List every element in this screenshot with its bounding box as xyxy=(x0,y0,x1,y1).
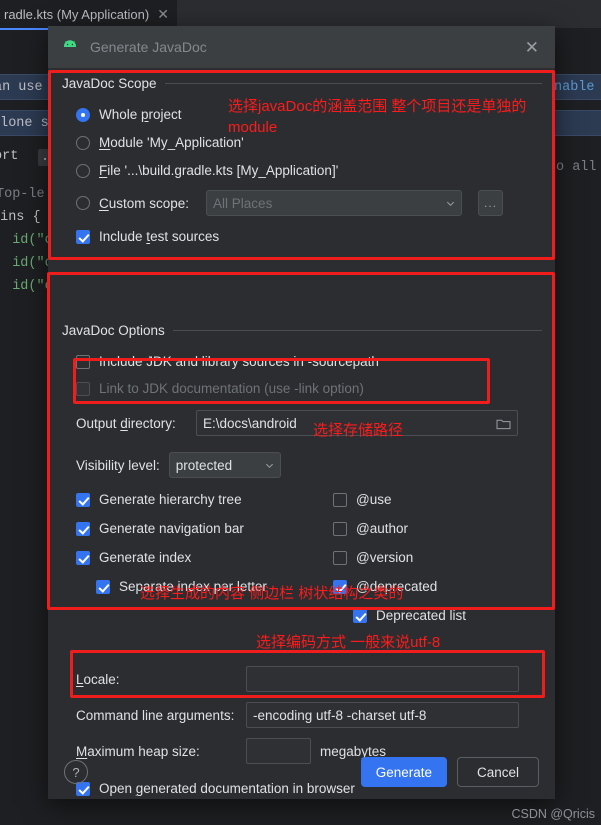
checkbox-indicator[interactable] xyxy=(76,492,90,507)
radio-module[interactable]: Module 'My_Application' xyxy=(76,135,542,150)
output-directory-row: Output directory: E:\docs\android xyxy=(76,410,542,436)
android-icon xyxy=(62,40,78,54)
command-line-arguments-row: Command line arguments: -encoding utf-8 … xyxy=(76,702,542,728)
custom-scope-select[interactable]: All Places xyxy=(206,190,463,216)
checkbox-tag-use[interactable]: @use xyxy=(333,492,391,507)
editor-tab-label: radle.kts (My Application) xyxy=(4,6,150,22)
radio-file[interactable]: File '...\build.gradle.kts [My_Applicati… xyxy=(76,163,542,178)
checkbox-label: Deprecated list xyxy=(376,608,467,623)
checkbox-indicator[interactable] xyxy=(333,492,347,507)
checkbox-tag-deprecated[interactable]: @deprecated xyxy=(333,579,437,594)
visibility-level-label: Visibility level: xyxy=(76,457,160,473)
checkbox-indicator[interactable] xyxy=(76,550,90,565)
radio-label: File '...\build.gradle.kts [My_Applicati… xyxy=(99,163,339,178)
visibility-level-select[interactable]: protected xyxy=(168,452,281,478)
checkbox-indicator[interactable] xyxy=(76,354,90,369)
command-line-arguments-input[interactable]: -encoding utf-8 -charset utf-8 xyxy=(246,702,519,728)
checkbox-label: Include JDK and library sources in -sour… xyxy=(99,354,379,369)
folder-icon[interactable] xyxy=(496,417,511,430)
checkbox-link-to-jdk-doc: Link to JDK documentation (use -link opt… xyxy=(76,381,542,396)
radio-indicator[interactable] xyxy=(76,196,90,210)
watermark: CSDN @Qricis xyxy=(511,807,595,821)
code-comment: o all xyxy=(556,160,597,175)
checkbox-indicator[interactable] xyxy=(353,608,367,623)
radio-label: Whole project xyxy=(99,107,182,122)
radio-indicator[interactable] xyxy=(76,107,90,122)
locale-label: Locale: xyxy=(76,671,120,687)
code-comment: Top-le xyxy=(0,187,45,202)
locale-input[interactable] xyxy=(246,666,519,692)
close-icon[interactable]: ✕ xyxy=(521,37,543,58)
checkbox-indicator[interactable] xyxy=(333,521,347,536)
radio-custom-scope[interactable]: Custom scope: All Places ... xyxy=(76,190,542,216)
locale-row: Locale: xyxy=(76,666,542,692)
code-text: nable au xyxy=(554,80,595,95)
generate-options-grid: Generate hierarchy tree Generate navigat… xyxy=(62,492,542,624)
checkbox-generate-index[interactable]: Generate index xyxy=(76,550,191,565)
close-icon[interactable]: ✕ xyxy=(157,7,169,21)
checkbox-separate-index-per-letter[interactable]: Separate index per letter xyxy=(96,579,267,594)
radio-label: Module 'My_Application' xyxy=(99,135,244,150)
javadoc-options-title-row: JavaDoc Options xyxy=(62,323,542,338)
checkbox-label: Separate index per letter xyxy=(119,579,267,594)
checkbox-label: @author xyxy=(356,521,408,536)
editor-tab-bar: radle.kts (My Application) ✕ xyxy=(0,0,601,30)
checkbox-label: Generate navigation bar xyxy=(99,521,244,536)
checkbox-generate-navigation-bar[interactable]: Generate navigation bar xyxy=(76,521,244,536)
checkbox-label: Link to JDK documentation (use -link opt… xyxy=(99,381,364,396)
javadoc-scope-group: JavaDoc Scope Whole project Module 'My_A… xyxy=(62,76,542,244)
custom-scope-browse-button[interactable]: ... xyxy=(478,190,504,216)
checkbox-indicator[interactable] xyxy=(96,579,110,594)
output-directory-input[interactable]: E:\docs\android xyxy=(196,410,518,436)
code-text: id("o xyxy=(0,256,53,271)
group-title: JavaDoc Options xyxy=(62,323,165,338)
chevron-down-icon xyxy=(447,201,455,206)
checkbox-label: @deprecated xyxy=(356,579,438,594)
checkbox-label: Generate hierarchy tree xyxy=(99,492,242,507)
generate-javadoc-dialog: Generate JavaDoc ✕ JavaDoc Scope Whole p… xyxy=(48,26,555,799)
visibility-level-row: Visibility level: protected xyxy=(76,452,542,478)
dialog-footer: ? Generate Cancel xyxy=(48,745,555,799)
code-text: id("c xyxy=(0,233,53,248)
dialog-title: Generate JavaDoc xyxy=(90,39,207,55)
output-directory-label: Output directory: xyxy=(76,415,176,431)
generate-button[interactable]: Generate xyxy=(360,757,447,787)
checkbox-indicator xyxy=(76,381,90,396)
code-text: id("o xyxy=(0,279,53,294)
checkbox-include-test-sources[interactable]: Include test sources xyxy=(76,229,542,244)
checkbox-label: @use xyxy=(356,492,392,507)
javadoc-options-group: JavaDoc Options Include JDK and library … xyxy=(62,323,542,624)
output-directory-value: E:\docs\android xyxy=(203,415,297,431)
checkbox-generate-hierarchy-tree[interactable]: Generate hierarchy tree xyxy=(76,492,242,507)
checkbox-label: @version xyxy=(356,550,414,565)
divider xyxy=(164,83,542,84)
checkbox-tag-author[interactable]: @author xyxy=(333,521,408,536)
visibility-level-value: protected xyxy=(175,457,233,473)
help-button[interactable]: ? xyxy=(64,760,88,784)
divider xyxy=(172,330,542,331)
group-title: JavaDoc Scope xyxy=(62,76,157,91)
radio-label: Custom scope: xyxy=(99,195,190,211)
checkbox-label: Include test sources xyxy=(99,229,220,244)
custom-scope-value: All Places xyxy=(213,195,273,211)
checkbox-label: Generate index xyxy=(99,550,192,565)
radio-whole-project[interactable]: Whole project xyxy=(76,107,542,122)
checkbox-deprecated-list[interactable]: Deprecated list xyxy=(353,608,466,623)
checkbox-indicator[interactable] xyxy=(76,229,90,244)
code-text: gins { xyxy=(0,210,41,225)
radio-indicator[interactable] xyxy=(76,135,90,150)
javadoc-scope-title-row: JavaDoc Scope xyxy=(62,76,542,91)
command-line-arguments-value: -encoding utf-8 -charset utf-8 xyxy=(253,707,427,723)
checkbox-tag-version[interactable]: @version xyxy=(333,550,413,565)
checkbox-indicator[interactable] xyxy=(76,521,90,536)
checkbox-indicator[interactable] xyxy=(333,550,347,565)
radio-indicator[interactable] xyxy=(76,163,90,178)
dialog-title-bar: Generate JavaDoc ✕ xyxy=(48,26,555,68)
checkbox-include-jdk-sources[interactable]: Include JDK and library sources in -sour… xyxy=(76,354,542,369)
command-line-arguments-label: Command line arguments: xyxy=(76,707,235,723)
cancel-button[interactable]: Cancel xyxy=(457,757,539,787)
code-text: ort xyxy=(0,149,19,164)
chevron-down-icon xyxy=(265,463,273,468)
checkbox-indicator[interactable] xyxy=(333,579,347,594)
